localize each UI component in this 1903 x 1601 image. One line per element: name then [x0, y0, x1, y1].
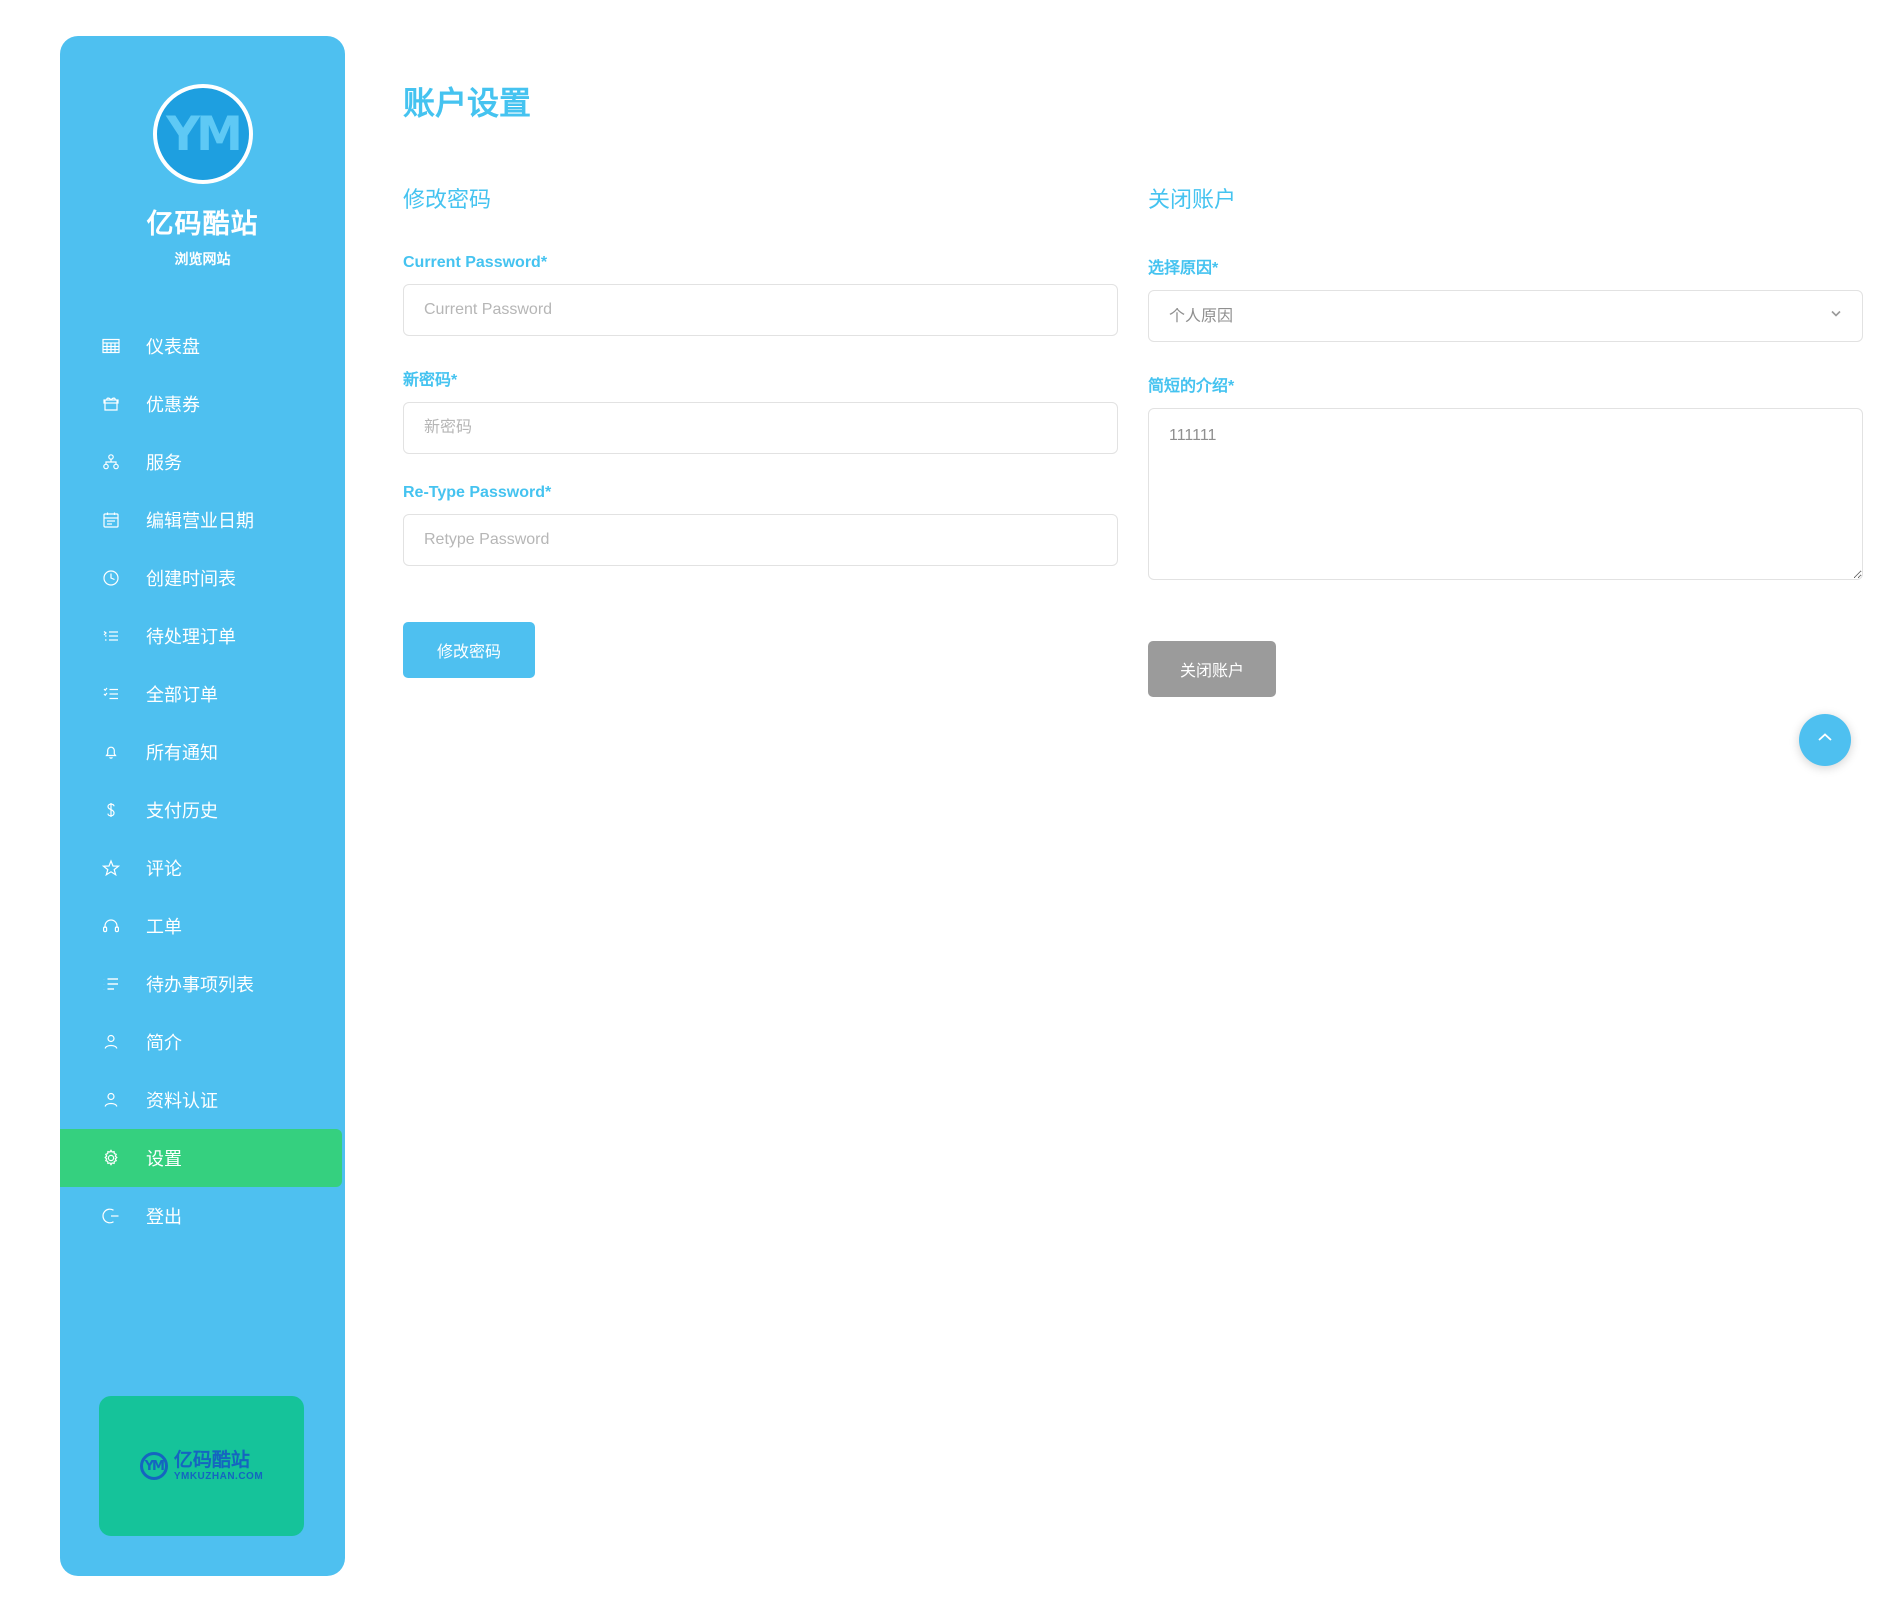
- grid-dashboard-icon: [102, 337, 132, 355]
- current-password-field: Current Password*: [403, 254, 1118, 336]
- reason-select[interactable]: 个人原因: [1148, 290, 1863, 342]
- sidebar-item-label: 全部订单: [146, 685, 218, 705]
- settings-columns: 修改密码 Current Password* 新密码* Re-Type Pass…: [403, 182, 1863, 697]
- sidebar-item-all-orders[interactable]: 全部订单: [60, 665, 345, 723]
- sidebar-item-label: 所有通知: [146, 743, 218, 763]
- retype-password-input[interactable]: [403, 514, 1118, 566]
- sidebar-item-services[interactable]: 服务: [60, 433, 345, 491]
- sidebar-item-pending-orders[interactable]: 待处理订单: [60, 607, 345, 665]
- sidebar-item-label: 待办事项列表: [146, 975, 254, 995]
- sidebar-item-label: 创建时间表: [146, 569, 236, 589]
- brief-description-textarea[interactable]: [1148, 408, 1863, 580]
- gear-icon: [102, 1149, 132, 1167]
- page-title: 账户设置: [403, 85, 532, 121]
- calendar-icon: [102, 511, 132, 529]
- sidebar-item-label: 服务: [146, 453, 182, 473]
- change-password-button[interactable]: 修改密码: [403, 622, 536, 678]
- sidebar-item-profile[interactable]: 简介: [60, 1013, 345, 1071]
- headset-icon: [102, 917, 132, 935]
- ym-mark-icon: YM: [139, 1452, 168, 1480]
- close-account-button[interactable]: 关闭账户: [1148, 641, 1277, 697]
- sidebar-item-settings[interactable]: 设置: [60, 1129, 342, 1187]
- new-password-field: 新密码*: [403, 366, 1118, 454]
- promo-card[interactable]: YM 亿码酷站 YMKUZHAN.COM: [99, 1396, 304, 1536]
- sidebar: YM 亿码酷站 浏览网站 仪表盘 优惠券 服务 编辑营业日期 创建时间表 待处理…: [60, 36, 345, 1576]
- current-password-label: Current Password*: [403, 254, 548, 271]
- main-content: 账户设置 修改密码 Current Password* 新密码* Re-Type…: [395, 0, 1903, 1601]
- current-password-input[interactable]: [403, 284, 1118, 336]
- retype-password-label: Re-Type Password*: [403, 484, 552, 501]
- logout-icon: [102, 1207, 132, 1225]
- user-icon: [102, 1033, 132, 1051]
- change-password-section: 修改密码 Current Password* 新密码* Re-Type Pass…: [403, 182, 1118, 697]
- bell-icon: [102, 743, 132, 761]
- sidebar-item-label: 待处理订单: [146, 627, 236, 647]
- brand-block: YM 亿码酷站 浏览网站: [60, 66, 345, 275]
- promo-inner: YM 亿码酷站 YMKUZHAN.COM: [139, 1451, 263, 1482]
- sidebar-item-label: 工单: [146, 917, 182, 937]
- star-icon: [102, 859, 132, 877]
- sidebar-item-coupons[interactable]: 优惠券: [60, 375, 345, 433]
- reason-label: 选择原因*: [1148, 260, 1219, 277]
- brief-description-label: 简短的介绍*: [1148, 378, 1235, 395]
- sidebar-item-label: 评论: [146, 859, 182, 879]
- brand-title: 亿码酷站: [146, 209, 259, 239]
- new-password-label: 新密码*: [403, 372, 458, 389]
- brand-subtitle: 浏览网站: [174, 251, 231, 267]
- sidebar-item-label: 资料认证: [146, 1091, 218, 1111]
- list-all-icon: [102, 685, 132, 703]
- sidebar-item-label: 简介: [146, 1033, 182, 1053]
- sidebar-item-dashboard[interactable]: 仪表盘: [60, 317, 345, 375]
- sidebar-item-reviews[interactable]: 评论: [60, 839, 345, 897]
- ym-circle-logo-icon: YM: [152, 84, 253, 184]
- todo-list-icon: [102, 975, 132, 993]
- sidebar-nav: 仪表盘 优惠券 服务 编辑营业日期 创建时间表 待处理订单 全部订单 所有通知 …: [60, 317, 345, 1245]
- sidebar-item-edit-business-dates[interactable]: 编辑营业日期: [60, 491, 345, 549]
- sitemap-icon: [102, 453, 132, 471]
- reason-field: 选择原因* 个人原因: [1148, 254, 1863, 342]
- sidebar-item-profile-verification[interactable]: 资料认证: [60, 1071, 345, 1129]
- coupon-icon: [102, 395, 132, 413]
- sidebar-item-label: 登出: [146, 1207, 182, 1227]
- account-settings-page: YM 亿码酷站 浏览网站 仪表盘 优惠券 服务 编辑营业日期 创建时间表 待处理…: [0, 0, 1903, 1601]
- chevron-up-icon: [1814, 727, 1836, 754]
- sidebar-item-all-notifications[interactable]: 所有通知: [60, 723, 345, 781]
- sidebar-item-label: 编辑营业日期: [146, 511, 254, 531]
- sidebar-item-label: 设置: [146, 1149, 182, 1169]
- close-account-heading: 关闭账户: [1148, 187, 1237, 212]
- brief-description-field: 简短的介绍*: [1148, 372, 1863, 585]
- sidebar-item-logout[interactable]: 登出: [60, 1187, 345, 1245]
- sidebar-item-tickets[interactable]: 工单: [60, 897, 345, 955]
- retype-password-field: Re-Type Password*: [403, 484, 1118, 566]
- sidebar-item-payment-history[interactable]: 支付历史: [60, 781, 345, 839]
- close-account-section: 关闭账户 选择原因* 个人原因 简短的介绍* 111111 关闭账户: [1148, 182, 1863, 697]
- sidebar-item-todo-list[interactable]: 待办事项列表: [60, 955, 345, 1013]
- change-password-heading: 修改密码: [403, 187, 492, 212]
- promo-text: 亿码酷站 YMKUZHAN.COM: [174, 1451, 263, 1482]
- sidebar-item-label: 优惠券: [146, 395, 200, 415]
- reason-select-wrap: 个人原因: [1148, 290, 1863, 342]
- promo-title-en: YMKUZHAN.COM: [173, 1470, 264, 1482]
- promo-title-cn: 亿码酷站: [173, 1449, 250, 1471]
- clock-icon: [102, 569, 132, 587]
- sidebar-item-create-schedule[interactable]: 创建时间表: [60, 549, 345, 607]
- scroll-to-top-button[interactable]: [1799, 714, 1851, 766]
- user-verify-icon: [102, 1091, 132, 1109]
- sidebar-item-label: 仪表盘: [146, 337, 200, 357]
- logo-monogram: YM: [166, 106, 243, 162]
- dollar-icon: [102, 801, 132, 819]
- new-password-input[interactable]: [403, 402, 1118, 454]
- list-pending-icon: [102, 627, 132, 645]
- sidebar-item-label: 支付历史: [146, 801, 218, 821]
